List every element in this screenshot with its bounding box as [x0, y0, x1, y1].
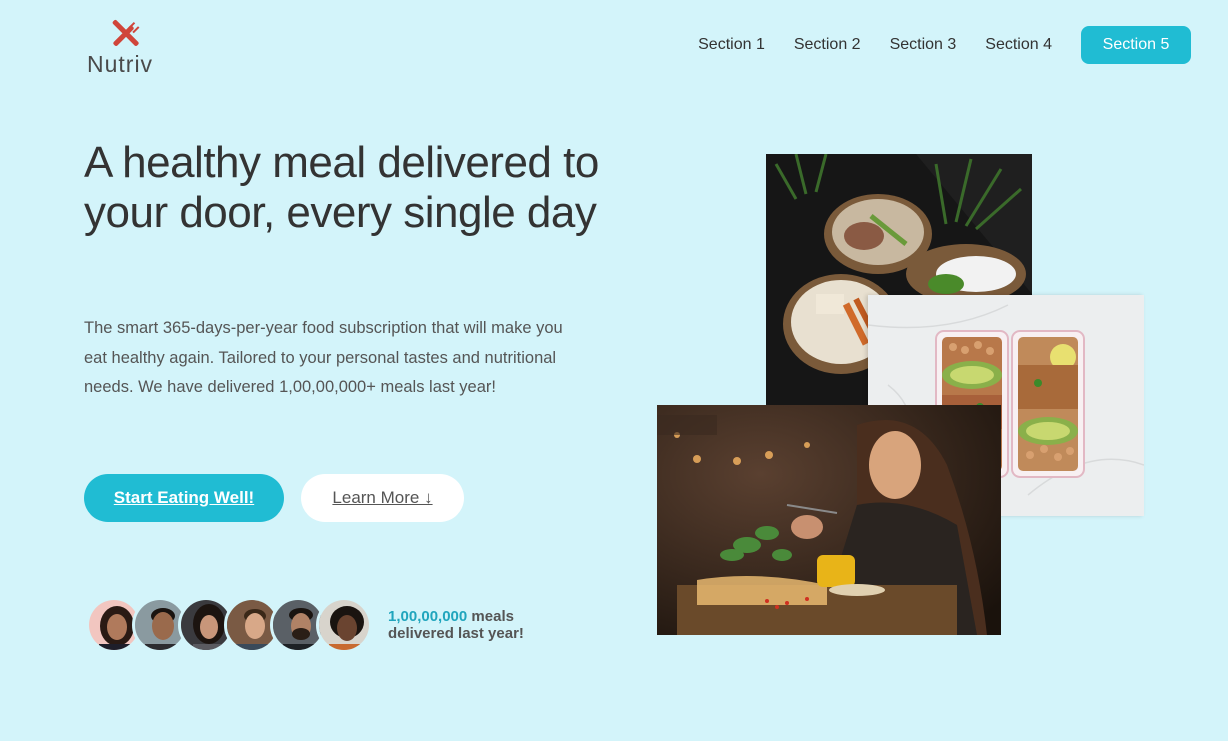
nav-section-3[interactable]: Section 3: [890, 36, 957, 54]
main-nav: Section 1 Section 2 Section 3 Section 4 …: [669, 26, 1191, 64]
brand-name: Nutriv: [87, 51, 154, 77]
start-eating-well-button[interactable]: Start Eating Well!: [84, 474, 284, 522]
learn-more-button[interactable]: Learn More ↓: [301, 474, 464, 522]
fork-knife-icon: [112, 19, 140, 46]
nav-section-5-button[interactable]: Section 5: [1081, 26, 1191, 64]
woman-eating-image: [657, 405, 1001, 635]
brand-logo[interactable]: Nutriv: [86, 18, 166, 78]
nav-section-4[interactable]: Section 4: [985, 36, 1052, 54]
delivered-label: delivered last year!: [388, 625, 524, 642]
meals-delivered-stat: 1,00,00,000 meals delivered last year!: [388, 608, 524, 642]
avatar: [316, 597, 372, 653]
meals-count: 1,00,00,000: [388, 608, 468, 625]
nav-section-2[interactable]: Section 2: [794, 36, 861, 54]
hero-headline: A healthy meal delivered to your door, e…: [84, 138, 599, 237]
hero-description: The smart 365-days-per-year food subscri…: [84, 319, 563, 396]
nav-section-1[interactable]: Section 1: [698, 36, 765, 54]
meals-label: meals: [467, 608, 514, 625]
